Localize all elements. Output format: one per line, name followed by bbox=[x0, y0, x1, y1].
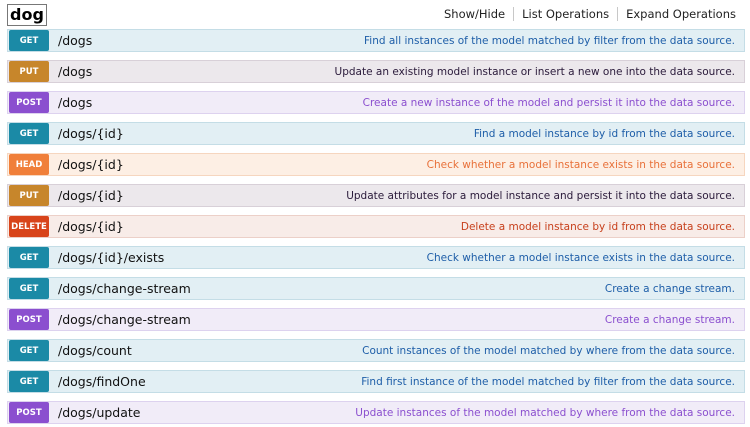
operation-row-post[interactable]: POST/dogs Create a new instance of the mo… bbox=[7, 91, 745, 114]
operation-summary[interactable]: Find all instances of the model matched … bbox=[364, 35, 735, 47]
operation-summary[interactable]: Create a change stream. bbox=[605, 283, 735, 295]
http-method-badge[interactable]: POST bbox=[9, 309, 49, 330]
operation-summary[interactable]: Check whether a model instance exists in… bbox=[427, 159, 735, 171]
operation-path[interactable]: /dogs/count bbox=[58, 343, 132, 358]
operation-row-get[interactable]: GET/dogs/change-stream Create a change st… bbox=[7, 277, 745, 300]
operation-path[interactable]: /dogs/findOne bbox=[58, 374, 146, 389]
operation-summary[interactable]: Find first instance of the model matched… bbox=[361, 376, 735, 388]
link-divider bbox=[617, 7, 619, 21]
operation-row-get[interactable]: GET/dogs/findOne Find first instance of t… bbox=[7, 370, 745, 393]
operation-path[interactable]: /dogs/{id} bbox=[58, 219, 124, 234]
operation-summary[interactable]: Update instances of the model matched by… bbox=[355, 407, 735, 419]
header-links: Show/Hide List Operations Expand Operati… bbox=[444, 7, 736, 21]
operation-summary[interactable]: Create a new instance of the model and p… bbox=[363, 97, 735, 109]
show-hide-link[interactable]: Show/Hide bbox=[444, 7, 505, 21]
operation-summary[interactable]: Check whether a model instance exists in… bbox=[427, 252, 735, 264]
http-method-badge[interactable]: GET bbox=[9, 371, 49, 392]
http-method-badge[interactable]: POST bbox=[9, 402, 49, 423]
http-method-badge[interactable]: GET bbox=[9, 247, 49, 268]
operation-path[interactable]: /dogs/{id} bbox=[58, 157, 124, 172]
resource-name-link[interactable]: dog bbox=[7, 4, 47, 26]
operation-summary[interactable]: Update an existing model instance or ins… bbox=[335, 66, 735, 78]
operation-summary[interactable]: Create a change stream. bbox=[605, 314, 735, 326]
http-method-badge[interactable]: POST bbox=[9, 92, 49, 113]
list-operations-link[interactable]: List Operations bbox=[522, 7, 609, 21]
operation-path[interactable]: /dogs/change-stream bbox=[58, 281, 191, 296]
operation-path[interactable]: /dogs bbox=[58, 33, 92, 48]
operation-path[interactable]: /dogs bbox=[58, 95, 92, 110]
http-method-badge[interactable]: GET bbox=[9, 340, 49, 361]
operation-row-put[interactable]: PUT/dogs/{id} Update attributes for a mod… bbox=[7, 184, 745, 207]
operation-row-get[interactable]: GET/dogs/count Count instances of the mod… bbox=[7, 339, 745, 362]
operation-row-post[interactable]: POST/dogs/update Update instances of the … bbox=[7, 401, 745, 424]
http-method-badge[interactable]: GET bbox=[9, 30, 49, 51]
http-method-badge[interactable]: PUT bbox=[9, 185, 49, 206]
operation-row-post[interactable]: POST/dogs/change-stream Create a change s… bbox=[7, 308, 745, 331]
http-method-badge[interactable]: PUT bbox=[9, 61, 49, 82]
expand-operations-link[interactable]: Expand Operations bbox=[626, 7, 736, 21]
operation-row-get[interactable]: GET/dogs/{id} Find a model instance by id… bbox=[7, 122, 745, 145]
operation-path[interactable]: /dogs/update bbox=[58, 405, 141, 420]
resource-header: dog Show/Hide List Operations Expand Ope… bbox=[0, 0, 750, 29]
link-divider bbox=[513, 7, 515, 21]
http-method-badge[interactable]: GET bbox=[9, 123, 49, 144]
operation-row-get[interactable]: GET/dogs Find all instances of the model … bbox=[7, 29, 745, 52]
operation-path[interactable]: /dogs/{id}/exists bbox=[58, 250, 164, 265]
operation-row-put[interactable]: PUT/dogs Update an existing model instanc… bbox=[7, 60, 745, 83]
operation-row-delete[interactable]: DELETE/dogs/{id} Delete a model instance … bbox=[7, 215, 745, 238]
operation-summary[interactable]: Delete a model instance by id from the d… bbox=[461, 221, 735, 233]
operation-path[interactable]: /dogs/change-stream bbox=[58, 312, 191, 327]
operation-summary[interactable]: Update attributes for a model instance a… bbox=[346, 190, 735, 202]
operation-path[interactable]: /dogs/{id} bbox=[58, 188, 124, 203]
operation-path[interactable]: /dogs/{id} bbox=[58, 126, 124, 141]
operation-summary[interactable]: Count instances of the model matched by … bbox=[362, 345, 735, 357]
http-method-badge[interactable]: HEAD bbox=[9, 154, 49, 175]
operation-path[interactable]: /dogs bbox=[58, 64, 92, 79]
operation-row-head[interactable]: HEAD/dogs/{id} Check whether a model inst… bbox=[7, 153, 745, 176]
http-method-badge[interactable]: GET bbox=[9, 278, 49, 299]
http-method-badge[interactable]: DELETE bbox=[9, 216, 49, 237]
operation-row-get[interactable]: GET/dogs/{id}/exists Check whether a mode… bbox=[7, 246, 745, 269]
operation-summary[interactable]: Find a model instance by id from the dat… bbox=[474, 128, 735, 140]
